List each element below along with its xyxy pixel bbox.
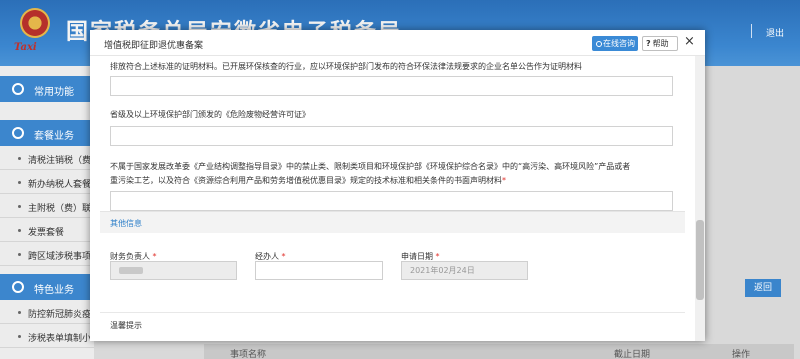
sidebar-item[interactable]: 跨区域涉税事项 bbox=[0, 244, 94, 266]
dialog-body: 排放符合上述标准的证明材料。已开展环保核查的行业，应以环境保护部门发布的符合环保… bbox=[90, 56, 695, 341]
answer-field-1[interactable] bbox=[110, 76, 673, 96]
sidebar-item[interactable]: 发票套餐 bbox=[0, 220, 94, 242]
label-text: 财务负责人 bbox=[110, 252, 150, 261]
bullet-icon bbox=[18, 253, 21, 256]
sidebar-item[interactable]: 防控新冠肺炎疫 bbox=[0, 302, 94, 324]
finance-manager-field bbox=[110, 261, 237, 280]
sidebar-item[interactable]: 新办纳税人套餐 bbox=[0, 172, 94, 194]
sidebar-item-label: 主附税（费）联 bbox=[28, 204, 92, 214]
filing-dialog: 增值税即征即退优惠备案 在线咨询 ? 帮助 × 排放符合上述标准的证明材料。已开展… bbox=[90, 30, 705, 341]
sidebar-tax-business-label: 套餐业务 bbox=[34, 131, 74, 142]
chat-icon bbox=[596, 41, 602, 47]
answer-field-2[interactable] bbox=[110, 126, 673, 146]
question-text: 省级及以上环境保护部门颁发的《危险废物经营许可证》 bbox=[110, 110, 310, 119]
sidebar-tax-business[interactable]: 套餐业务 bbox=[0, 120, 94, 146]
tax-emblem-icon bbox=[20, 8, 50, 38]
bullet-icon bbox=[18, 205, 21, 208]
sidebar-item[interactable]: 清税注销税（费 bbox=[0, 148, 94, 170]
exit-link[interactable]: 退出 bbox=[766, 26, 784, 39]
divider bbox=[100, 312, 685, 313]
sidebar-common-label: 常用功能 bbox=[34, 87, 74, 98]
star-icon bbox=[12, 281, 24, 293]
required-mark: * bbox=[435, 252, 440, 261]
section-other-info: 其他信息 bbox=[100, 211, 685, 233]
help-button[interactable]: ? 帮助 bbox=[642, 36, 678, 51]
question-text: 不属于国家发展改革委《产业结构调整指导目录》中的禁止类、限制类项目和环境保护部《… bbox=[110, 162, 631, 171]
required-mark: * bbox=[152, 252, 157, 261]
apply-date-field: 2021年02月24日 bbox=[401, 261, 528, 280]
sidebar-item-label: 新办纳税人套餐 bbox=[28, 180, 92, 190]
sidebar-item[interactable]: 涉税表单填制小 bbox=[0, 326, 94, 348]
section-title: 其他信息 bbox=[110, 219, 142, 228]
return-button[interactable]: 返回 bbox=[745, 279, 781, 297]
redacted-name bbox=[119, 267, 143, 274]
scrollbar-thumb[interactable] bbox=[696, 220, 704, 300]
sidebar-special-label: 特色业务 bbox=[34, 285, 74, 296]
label-text: 申请日期 bbox=[401, 252, 433, 261]
sidebar-common-functions[interactable]: 常用功能 bbox=[0, 76, 94, 102]
package-icon bbox=[12, 127, 24, 139]
sidebar-item-label: 跨区域涉税事项 bbox=[28, 252, 92, 262]
bullet-icon bbox=[18, 311, 21, 314]
handler-field[interactable] bbox=[255, 261, 383, 280]
task-table-header: 事项名称 截止日期 操作 bbox=[204, 344, 794, 359]
sidebar-item-label: 清税注销税（费 bbox=[28, 156, 92, 166]
sidebar: 常用功能 套餐业务 清税注销税（费 新办纳税人套餐 主附税（费）联 发票套餐 跨… bbox=[0, 66, 94, 359]
question-text-continued: 重污染工艺，以及符合《资源综合利用产品和劳务增值税优惠目录》规定的技术标准和相关… bbox=[110, 174, 506, 188]
notice-heading: 温馨提示 bbox=[110, 321, 142, 330]
bullet-icon bbox=[18, 229, 21, 232]
bullet-icon bbox=[18, 335, 21, 338]
bullet-icon bbox=[18, 181, 21, 184]
sidebar-item[interactable]: 主附税（费）联 bbox=[0, 196, 94, 218]
dialog-header: 增值税即征即退优惠备案 在线咨询 ? 帮助 × bbox=[90, 30, 705, 56]
header-divider bbox=[751, 24, 752, 38]
question-text: 排放符合上述标准的证明材料。已开展环保核查的行业，应以环境保护部门发布的符合环保… bbox=[110, 62, 582, 71]
online-consult-label: 在线咨询 bbox=[603, 39, 635, 48]
sidebar-item-label: 防控新冠肺炎疫 bbox=[28, 310, 92, 320]
column-header-action: 操作 bbox=[732, 350, 751, 359]
column-header-name: 事项名称 bbox=[230, 350, 267, 359]
sidebar-special-business[interactable]: 特色业务 bbox=[0, 274, 94, 300]
answer-field-3[interactable] bbox=[110, 191, 673, 211]
required-mark: * bbox=[502, 176, 506, 185]
close-button[interactable]: × bbox=[684, 35, 695, 49]
question-text-line: 重污染工艺，以及符合《资源综合利用产品和劳务增值税优惠目录》规定的技术标准和相关… bbox=[110, 176, 502, 185]
bullet-icon bbox=[18, 157, 21, 160]
dialog-title: 增值税即征即退优惠备案 bbox=[104, 41, 204, 51]
help-label: 帮助 bbox=[652, 39, 669, 48]
logo-text: Taxi bbox=[14, 42, 37, 53]
sidebar-item-label: 涉税表单填制小 bbox=[28, 334, 92, 344]
column-header-deadline: 截止日期 bbox=[614, 350, 651, 359]
label-text: 经办人 bbox=[255, 252, 279, 261]
home-icon bbox=[12, 83, 24, 95]
sidebar-item-label: 发票套餐 bbox=[28, 228, 65, 238]
question-mark-icon: ? bbox=[646, 39, 651, 48]
required-mark: * bbox=[281, 252, 286, 261]
online-consult-button[interactable]: 在线咨询 bbox=[592, 36, 638, 51]
